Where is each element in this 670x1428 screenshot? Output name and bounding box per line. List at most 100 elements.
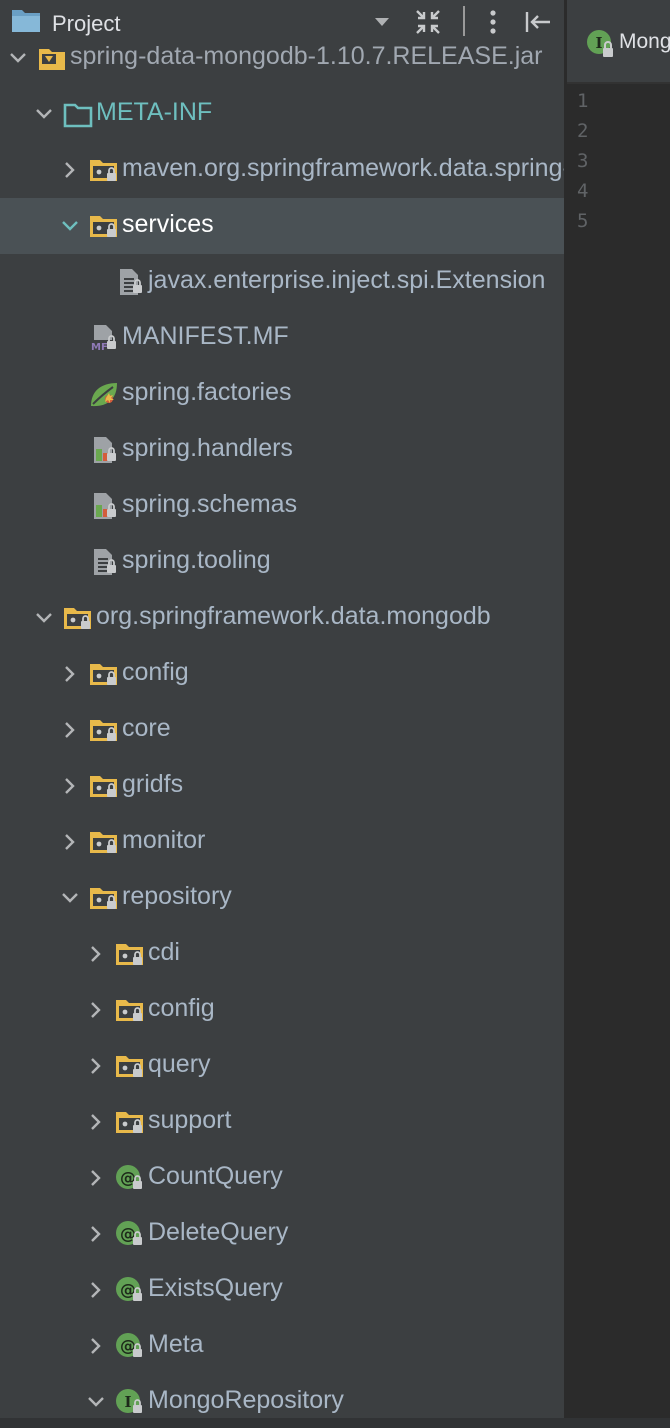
interface-icon: I <box>585 28 617 65</box>
chevron-right-icon[interactable] <box>86 1280 106 1300</box>
chevron-right-icon[interactable] <box>86 1224 106 1244</box>
bottom-scrollbar[interactable] <box>0 1418 670 1428</box>
package-folder-icon <box>88 715 120 745</box>
manifest-file-icon: MF <box>88 323 120 353</box>
tree-row[interactable]: spring.tooling <box>0 534 564 590</box>
package-folder-icon <box>88 771 120 801</box>
chevron-right-icon[interactable] <box>86 1168 106 1188</box>
tree-row[interactable]: org.springframework.data.mongodb <box>0 590 564 646</box>
tree-row-label: repository <box>122 882 232 910</box>
chevron-down-icon[interactable] <box>34 104 54 124</box>
annotation-icon: @ <box>114 1163 146 1193</box>
line-number-gutter: 1 2 3 4 5 <box>567 86 615 236</box>
tree-row-label: javax.enterprise.inject.spi.Extension <box>148 266 546 294</box>
tree-row[interactable]: META-INF <box>0 86 564 142</box>
tree-row[interactable]: spring.handlers <box>0 422 564 478</box>
tree-row[interactable]: config <box>0 982 564 1038</box>
chevron-right-icon[interactable] <box>86 1056 106 1076</box>
line-number: 3 <box>577 150 589 172</box>
tree-row[interactable]: config <box>0 646 564 702</box>
spring-config-icon <box>88 435 120 465</box>
tree-row-label: services <box>122 210 214 238</box>
tree-row[interactable]: @ Meta <box>0 1318 564 1374</box>
package-folder-icon <box>88 883 120 913</box>
tree-row[interactable]: maven.org.springframework.data.spring-da… <box>0 142 564 198</box>
tree-row[interactable]: repository <box>0 870 564 926</box>
editor-tab[interactable]: I MongoRepository <box>567 0 670 84</box>
tree-row-label: config <box>122 658 189 686</box>
tree-row[interactable]: @ CountQuery <box>0 1150 564 1206</box>
tree-row[interactable]: monitor <box>0 814 564 870</box>
svg-text:I: I <box>595 34 602 52</box>
tree-row-label: org.springframework.data.mongodb <box>96 602 491 630</box>
tree-row-label: config <box>148 994 215 1022</box>
svg-text:MF: MF <box>91 342 108 353</box>
package-folder-icon <box>62 603 94 633</box>
tree-row-label: spring.tooling <box>122 546 271 574</box>
package-folder-icon <box>88 211 120 241</box>
chevron-down-icon[interactable] <box>86 1392 106 1412</box>
text-file-icon <box>114 267 146 297</box>
chevron-down-icon[interactable] <box>8 48 28 68</box>
tree-row-label: query <box>148 1050 211 1078</box>
meta-folder-icon <box>62 99 94 129</box>
project-tool-window: Project spring-data-mongodb-1.10.7.RELEA… <box>0 0 564 1428</box>
tree-row-label: maven.org.springframework.data.spring-da… <box>122 154 564 182</box>
package-folder-icon <box>114 1051 146 1081</box>
annotation-icon: @ <box>114 1275 146 1305</box>
tree-row-label: CountQuery <box>148 1162 283 1190</box>
tree-row-label: spring.schemas <box>122 490 298 518</box>
tree-row-label: ExistsQuery <box>148 1274 283 1302</box>
tree-row[interactable]: spring-data-mongodb-1.10.7.RELEASE.jar <box>0 30 564 86</box>
tree-row[interactable]: support <box>0 1094 564 1150</box>
chevron-down-icon[interactable] <box>60 216 80 236</box>
svg-text:I: I <box>124 1393 131 1411</box>
annotation-icon: @ <box>114 1219 146 1249</box>
chevron-right-icon[interactable] <box>60 160 80 180</box>
tree-row[interactable]: spring.schemas <box>0 478 564 534</box>
tree-row-label: cdi <box>148 938 180 966</box>
tree-row-label: core <box>122 714 171 742</box>
tree-row[interactable]: MF MANIFEST.MF <box>0 310 564 366</box>
view-mode-dropdown-icon[interactable] <box>375 18 389 26</box>
tree-row[interactable]: gridfs <box>0 758 564 814</box>
spring-leaf-icon <box>88 379 120 409</box>
tree-row[interactable]: @ ExistsQuery <box>0 1262 564 1318</box>
chevron-right-icon[interactable] <box>86 1336 106 1356</box>
editor-area: I MongoRepository 1 2 3 4 5 <box>567 0 670 1428</box>
chevron-right-icon[interactable] <box>60 720 80 740</box>
chevron-down-icon[interactable] <box>34 608 54 628</box>
package-folder-icon <box>114 939 146 969</box>
tree-row-label: support <box>148 1106 232 1134</box>
tree-row-label: META-INF <box>96 98 213 126</box>
chevron-right-icon[interactable] <box>86 944 106 964</box>
annotation-icon: @ <box>114 1331 146 1361</box>
package-folder-icon <box>88 827 120 857</box>
chevron-down-icon[interactable] <box>60 888 80 908</box>
tree-row-label: MongoRepository <box>148 1386 344 1414</box>
editor-tab-label: MongoRepository <box>619 30 670 53</box>
chevron-right-icon[interactable] <box>86 1112 106 1132</box>
spring-config-icon <box>88 491 120 521</box>
tree-row[interactable]: spring.factories <box>0 366 564 422</box>
tree-row-label: MANIFEST.MF <box>122 322 289 350</box>
chevron-right-icon[interactable] <box>60 832 80 852</box>
package-folder-icon <box>114 1107 146 1137</box>
chevron-right-icon[interactable] <box>60 776 80 796</box>
tree-row[interactable]: core <box>0 702 564 758</box>
tree-row-label: spring.handlers <box>122 434 293 462</box>
chevron-right-icon[interactable] <box>86 1000 106 1020</box>
tree-row-label: gridfs <box>122 770 184 798</box>
tree-row-label: spring-data-mongodb-1.10.7.RELEASE.jar <box>70 42 543 70</box>
line-number: 4 <box>577 180 589 202</box>
tree-row[interactable]: javax.enterprise.inject.spi.Extension <box>0 254 564 310</box>
tree-row[interactable]: query <box>0 1038 564 1094</box>
chevron-right-icon[interactable] <box>60 664 80 684</box>
tree-row[interactable]: cdi <box>0 926 564 982</box>
tree-row-label: monitor <box>122 826 206 854</box>
tree-row[interactable]: services <box>0 198 564 254</box>
package-folder-icon <box>88 155 120 185</box>
tree-row-label: spring.factories <box>122 378 292 406</box>
tree-row[interactable]: @ DeleteQuery <box>0 1206 564 1262</box>
interface-icon: I <box>114 1387 146 1417</box>
